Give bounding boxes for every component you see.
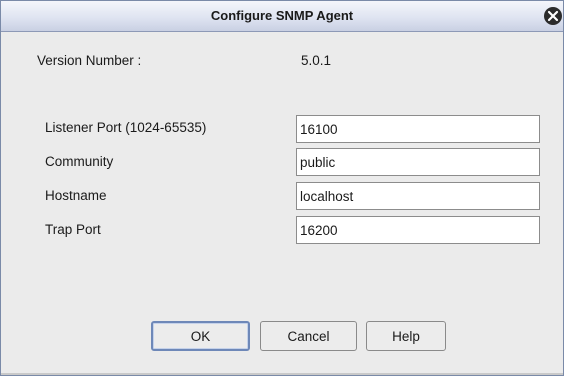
trap-port-field[interactable]: [296, 216, 540, 244]
close-button[interactable]: [543, 6, 563, 26]
cancel-button[interactable]: Cancel: [260, 321, 357, 351]
configure-snmp-agent-dialog: Configure SNMP Agent Version Number : 5.…: [0, 0, 564, 376]
listener-port-label: Listener Port (1024-65535): [45, 120, 207, 135]
hostname-label: Hostname: [45, 188, 107, 203]
trap-port-label: Trap Port: [45, 222, 101, 237]
community-label: Community: [45, 154, 114, 169]
close-icon: [544, 7, 562, 25]
hostname-field[interactable]: [296, 182, 540, 210]
community-field[interactable]: [296, 148, 540, 176]
ok-button[interactable]: OK: [151, 321, 250, 351]
bottom-divider: [1, 373, 563, 375]
dialog-title: Configure SNMP Agent: [210, 8, 354, 23]
title-bar[interactable]: Configure SNMP Agent: [1, 1, 563, 32]
version-number-value: 5.0.1: [301, 53, 332, 68]
listener-port-field[interactable]: [296, 115, 540, 143]
help-button[interactable]: Help: [366, 321, 446, 351]
version-number-label: Version Number :: [37, 53, 142, 68]
